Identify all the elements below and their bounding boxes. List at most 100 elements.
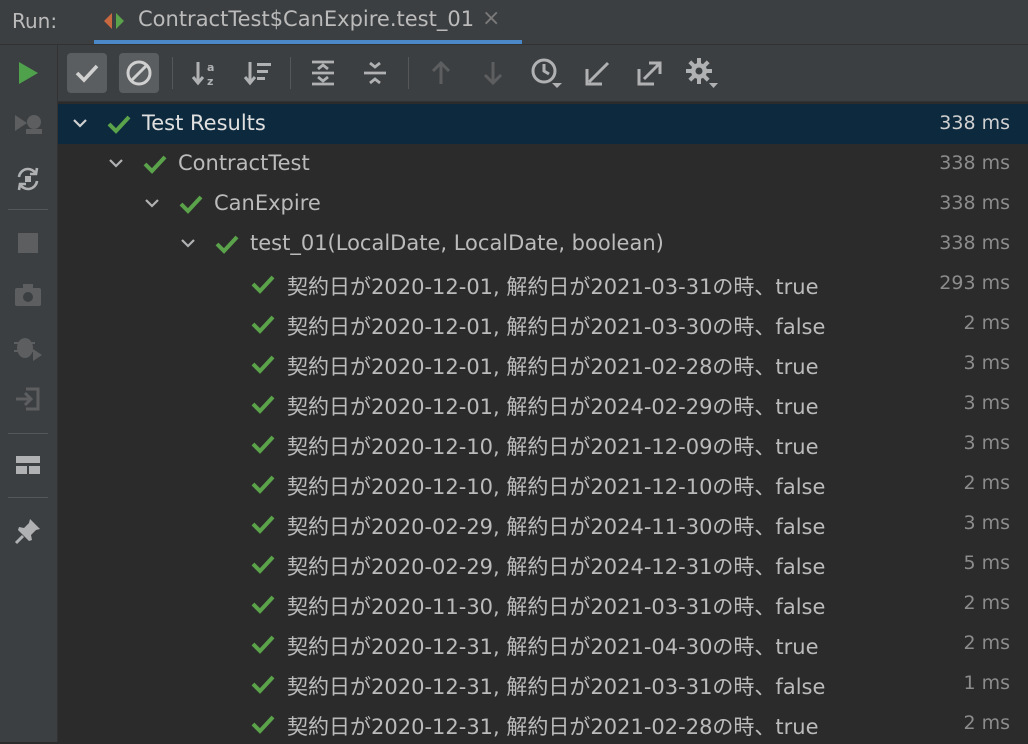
chevron-down-icon[interactable] [107,154,125,172]
run-configuration-tab[interactable]: ContractTest$CanExpire.test_01 × [94,0,522,44]
duration-label: 338 ms [939,112,1010,134]
passed-check-icon [251,315,275,334]
svg-text:z: z [207,75,213,87]
import-results-icon[interactable] [578,53,618,93]
passed-check-icon [251,355,275,374]
toolbar-separator [290,57,291,89]
passed-check-icon [179,195,203,214]
tree-row-test-case[interactable]: 契約日が2020-12-10, 解約日が2021-12-10の時、false 2 … [58,464,1028,504]
tree-row-test-case[interactable]: 契約日が2020-12-01, 解約日が2024-02-29の時、true 3 m… [58,384,1028,424]
tree-node-label: CanExpire [214,191,321,215]
tree-node-label: 契約日が2020-12-31, 解約日が2021-03-31の時、false [287,675,826,699]
duration-label: 1 ms [963,672,1010,694]
prev-failed-icon[interactable] [421,53,461,93]
toolbar-separator [408,57,409,89]
run-icon[interactable] [10,55,46,91]
debug-failed-icon[interactable] [10,107,46,143]
expand-all-icon[interactable] [303,53,343,93]
tree-node-label: Test Results [142,111,266,135]
tree-row-test-case[interactable]: 契約日が2020-11-30, 解約日が2021-03-31の時、false 2 … [58,584,1028,624]
chevron-down-icon[interactable] [179,234,197,252]
tree-node-label: 契約日が2020-12-01, 解約日が2021-03-31の時、true [287,275,819,299]
tab-title: ContractTest$CanExpire.test_01 [138,7,475,31]
test-results-tree[interactable]: Test Results 338 ms ContractTest 338 ms … [58,102,1028,742]
tree-node-label: 契約日が2020-12-10, 解約日が2021-12-10の時、false [287,475,826,499]
tree-node-label: 契約日が2020-12-01, 解約日が2021-02-28の時、true [287,355,819,379]
tree-node-label: 契約日が2020-12-10, 解約日が2021-12-09の時、true [287,435,819,459]
duration-label: 2 ms [963,712,1010,734]
camera-icon[interactable] [10,277,46,313]
tree-node-label: 契約日が2020-12-31, 解約日が2021-04-30の時、true [287,635,819,659]
passed-check-icon [251,675,275,694]
export-bug-icon[interactable] [10,329,46,365]
duration-label: 338 ms [939,232,1010,254]
passed-check-icon [251,395,275,414]
settings-icon[interactable] [682,53,722,93]
tree-row-test-case[interactable]: 契約日が2020-12-01, 解約日が2021-03-30の時、false 2 … [58,304,1028,344]
tree-row-nested-class[interactable]: CanExpire 338 ms [58,184,1028,224]
toolbar-separator [8,209,48,210]
sort-duration-icon[interactable] [238,53,278,93]
passed-check-icon [251,435,275,454]
tree-node-label: ContractTest [178,151,310,175]
tree-row-test-case[interactable]: 契約日が2020-02-29, 解約日が2024-11-30の時、false 3 … [58,504,1028,544]
toolbar-separator [8,433,48,434]
tree-row-test-case[interactable]: 契約日が2020-12-01, 解約日が2021-03-31の時、true 293… [58,264,1028,304]
tree-node-label: 契約日が2020-12-01, 解約日が2021-03-30の時、false [287,315,826,339]
tree-row-class[interactable]: ContractTest 338 ms [58,144,1028,184]
tree-row-method[interactable]: test_01(LocalDate, LocalDate, boolean) 3… [58,224,1028,264]
next-failed-icon[interactable] [473,53,513,93]
tree-row-test-case[interactable]: 契約日が2020-12-31, 解約日が2021-03-31の時、false 1 … [58,664,1028,704]
close-tab-icon[interactable]: × [482,6,500,31]
duration-label: 2 ms [963,632,1010,654]
duration-label: 5 ms [963,552,1010,574]
passed-check-icon [251,595,275,614]
tree-row-test-case[interactable]: 契約日が2020-12-10, 解約日が2021-12-09の時、true 3 m… [58,424,1028,464]
passed-check-icon [251,555,275,574]
tree-row-test-case[interactable]: 契約日が2020-12-01, 解約日が2021-02-28の時、true 3 m… [58,344,1028,384]
run-tab-bar: Run: ContractTest$CanExpire.test_01 × [0,0,1028,45]
tree-row-test-case[interactable]: 契約日が2020-02-29, 解約日が2024-12-31の時、false 5 … [58,544,1028,584]
passed-check-icon [215,235,239,254]
chevron-down-icon[interactable] [143,194,161,212]
svg-text:a: a [207,61,214,74]
passed-check-icon [107,115,131,134]
stop-icon[interactable] [10,225,46,261]
tree-node-label: test_01(LocalDate, LocalDate, boolean) [250,231,664,255]
duration-label: 2 ms [963,312,1010,334]
duration-label: 3 ms [963,392,1010,414]
sort-alpha-icon[interactable]: a z [186,53,226,93]
passed-check-icon [143,155,167,174]
chevron-down-icon[interactable] [71,114,89,132]
tree-row-test-case[interactable]: 契約日が2020-12-31, 解約日が2021-04-30の時、true 2 m… [58,624,1028,664]
left-toolbar [0,45,58,742]
duration-label: 338 ms [939,152,1010,174]
tree-row-root[interactable]: Test Results 338 ms [58,104,1028,144]
tree-node-label: 契約日が2020-02-29, 解約日が2024-11-30の時、false [287,515,826,539]
duration-label: 3 ms [963,352,1010,374]
duration-label: 3 ms [963,512,1010,534]
layout-icon[interactable] [10,447,46,483]
show-ignored-icon[interactable] [119,53,159,93]
duration-label: 2 ms [963,592,1010,614]
passed-check-icon [251,635,275,654]
passed-check-icon [251,475,275,494]
duration-label: 3 ms [963,432,1010,454]
history-icon[interactable] [526,53,566,93]
run-tool-window: Run: ContractTest$CanExpire.test_01 × a … [0,0,1028,742]
duration-label: 338 ms [939,192,1010,214]
export-results-icon[interactable] [630,53,670,93]
passed-check-icon [251,515,275,534]
run-label: Run: [12,9,58,33]
show-passed-icon[interactable] [67,53,107,93]
import-icon[interactable] [10,381,46,417]
tree-row-test-case[interactable]: 契約日が2020-12-31, 解約日が2021-02-28の時、true 2 m… [58,704,1028,744]
passed-check-icon [251,715,275,734]
toolbar-separator [172,57,173,89]
pin-icon[interactable] [10,513,46,549]
passed-check-icon [251,275,275,294]
collapse-all-icon[interactable] [355,53,395,93]
active-tab-indicator [94,40,522,44]
rerun-auto-icon[interactable] [10,161,46,197]
tree-node-label: 契約日が2020-02-29, 解約日が2024-12-31の時、false [287,555,826,579]
